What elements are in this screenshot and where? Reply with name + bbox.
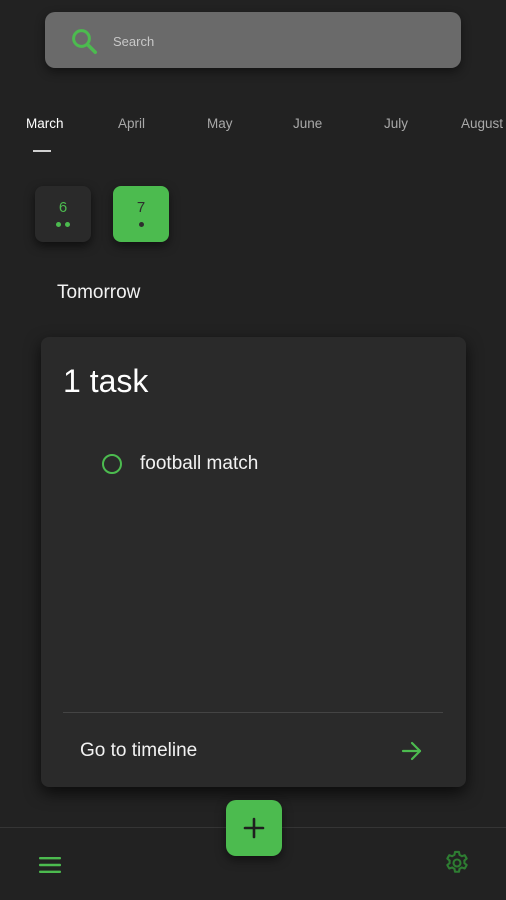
task-dot [65,221,70,227]
task-dots [56,221,70,227]
month-tab-june[interactable]: June [293,116,322,131]
gear-icon[interactable] [443,849,471,877]
day-number: 7 [136,198,146,216]
search-input[interactable] [111,26,445,56]
app-screen: March April May June July August 6 7 Tom… [0,0,506,900]
task-dots [138,221,144,227]
task-count-title: 1 task [63,363,149,399]
task-dot [56,221,61,227]
day-number: 6 [58,198,68,216]
month-tab-july[interactable]: July [384,116,408,131]
day-chip-selected[interactable]: 7 [113,186,169,242]
task-item[interactable]: football match [102,453,258,475]
plus-icon [243,817,265,839]
month-tab-march[interactable]: March [26,116,64,131]
task-dot [138,221,144,227]
search-bar[interactable] [45,12,461,68]
month-tab-april[interactable]: April [118,116,145,131]
go-to-timeline-button[interactable]: Go to timeline [41,713,466,787]
task-checkbox[interactable] [102,454,122,474]
day-chip[interactable]: 6 [35,186,91,242]
arrow-right-icon [401,741,422,761]
hamburger-menu-icon[interactable] [36,851,64,879]
month-selector: March April May June July August [0,116,506,156]
tasks-card: 1 task football match Go to timeline [41,337,466,787]
month-tab-august[interactable]: August [461,116,503,131]
add-task-button[interactable] [226,800,282,856]
timeline-link-label: Go to timeline [80,740,198,761]
search-icon [72,29,97,54]
selected-month-indicator [33,150,51,152]
task-label: football match [140,453,259,474]
day-heading: Tomorrow [57,282,141,303]
month-tab-may[interactable]: May [207,116,233,131]
